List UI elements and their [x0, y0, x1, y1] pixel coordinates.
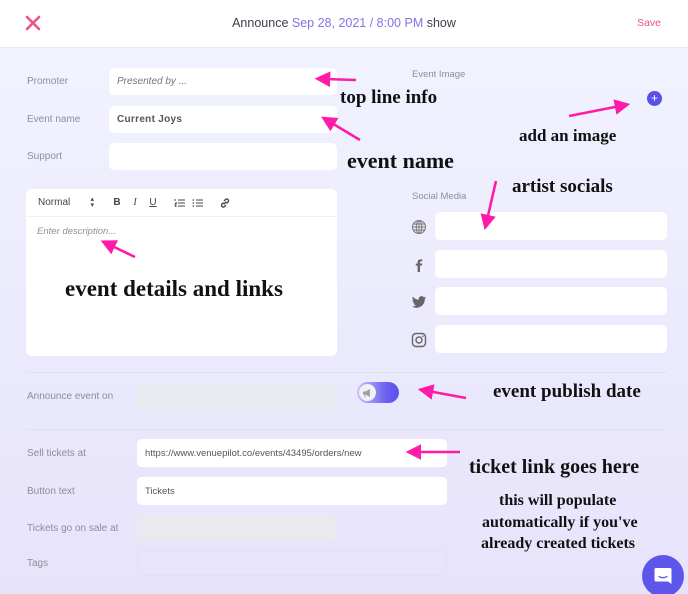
globe-icon [412, 220, 426, 234]
divider [26, 429, 667, 430]
button-text-label: Button text [27, 486, 75, 497]
annotation-event-name: event name [347, 148, 454, 173]
facebook-input[interactable] [435, 250, 667, 278]
ordered-list-button[interactable] [170, 198, 188, 208]
annotation-auto-populate-3: already created tickets [481, 535, 636, 552]
divider [26, 372, 667, 373]
support-input[interactable] [109, 143, 337, 170]
tags-label: Tags [27, 558, 49, 569]
italic-button[interactable]: I [126, 197, 144, 208]
bullet-list-icon [192, 198, 203, 207]
instagram-icon [411, 332, 427, 348]
select-arrows-icon: ▴ ▾ [90, 195, 94, 209]
support-label: Support [27, 151, 63, 162]
annotation-artist-socials: artist socials [512, 176, 613, 197]
underline-button[interactable]: U [144, 197, 162, 208]
instagram-input[interactable] [435, 325, 667, 353]
chat-support-button[interactable] [642, 555, 684, 594]
annotation-auto-populate-1: this will populate [499, 492, 617, 509]
bold-button[interactable]: B [108, 197, 126, 208]
annotation-publish-date: event publish date [493, 381, 641, 402]
link-button[interactable] [216, 197, 234, 209]
save-button[interactable]: Save [637, 17, 661, 29]
chat-icon [654, 568, 672, 584]
bullet-list-button[interactable] [188, 198, 206, 208]
tags-input[interactable] [137, 550, 447, 576]
title-date: Sep 28, 2021 / 8:00 PM [291, 16, 424, 30]
sell-tickets-label: Sell tickets at [27, 448, 86, 459]
ticket-url-input[interactable]: https://www.venuepilot.co/events/43495/o… [137, 439, 447, 467]
annotation-add-image: add an image [519, 126, 617, 145]
editor-toolbar: Normal ▴ ▾ B I U [26, 189, 337, 217]
facebook-icon [415, 259, 423, 272]
title-suffix: show [426, 16, 456, 30]
event-image-label: Event Image [412, 69, 466, 80]
social-media-label: Social Media [412, 191, 467, 202]
promoter-label: Promoter [27, 76, 69, 87]
description-input[interactable]: Enter description... [26, 217, 337, 246]
style-select[interactable]: Normal ▴ ▾ [38, 195, 100, 209]
title-prefix: Announce [232, 16, 289, 30]
announce-toggle[interactable] [357, 382, 399, 403]
twitter-input[interactable] [435, 287, 667, 315]
tickets-on-sale-input[interactable] [137, 514, 337, 542]
megaphone-icon [363, 388, 370, 397]
twitter-icon [412, 296, 426, 308]
tickets-on-sale-label: Tickets go on sale at [27, 523, 119, 534]
announce-date-input[interactable] [137, 383, 337, 410]
page-title: Announce Sep 28, 2021 / 8:00 PM show [0, 16, 688, 30]
annotation-ticket-link: ticket link goes here [469, 456, 640, 478]
arrow-add-image [568, 99, 631, 118]
plus-icon: + [650, 91, 658, 105]
add-image-button[interactable]: + [647, 91, 662, 106]
announce-event-on-label: Announce event on [27, 391, 114, 402]
ordered-list-icon [173, 198, 185, 207]
button-text-input[interactable]: Tickets [137, 477, 447, 505]
header: Announce Sep 28, 2021 / 8:00 PM show Sav… [0, 0, 688, 48]
event-name-input[interactable]: Current Joys [109, 106, 337, 133]
event-name-label: Event name [27, 114, 81, 125]
description-editor: Normal ▴ ▾ B I U Enter description... [26, 189, 337, 356]
website-input[interactable] [435, 212, 667, 240]
annotation-auto-populate-2: automatically if you've [482, 514, 638, 531]
link-icon [220, 197, 230, 208]
annotation-event-details: event details and links [65, 276, 283, 301]
arrow-publish-date [417, 384, 467, 400]
toggle-knob [359, 384, 376, 401]
promoter-input[interactable]: Presented by ... [109, 68, 337, 95]
style-select-value: Normal [38, 197, 71, 208]
annotation-top-line-info: top line info [340, 87, 438, 108]
